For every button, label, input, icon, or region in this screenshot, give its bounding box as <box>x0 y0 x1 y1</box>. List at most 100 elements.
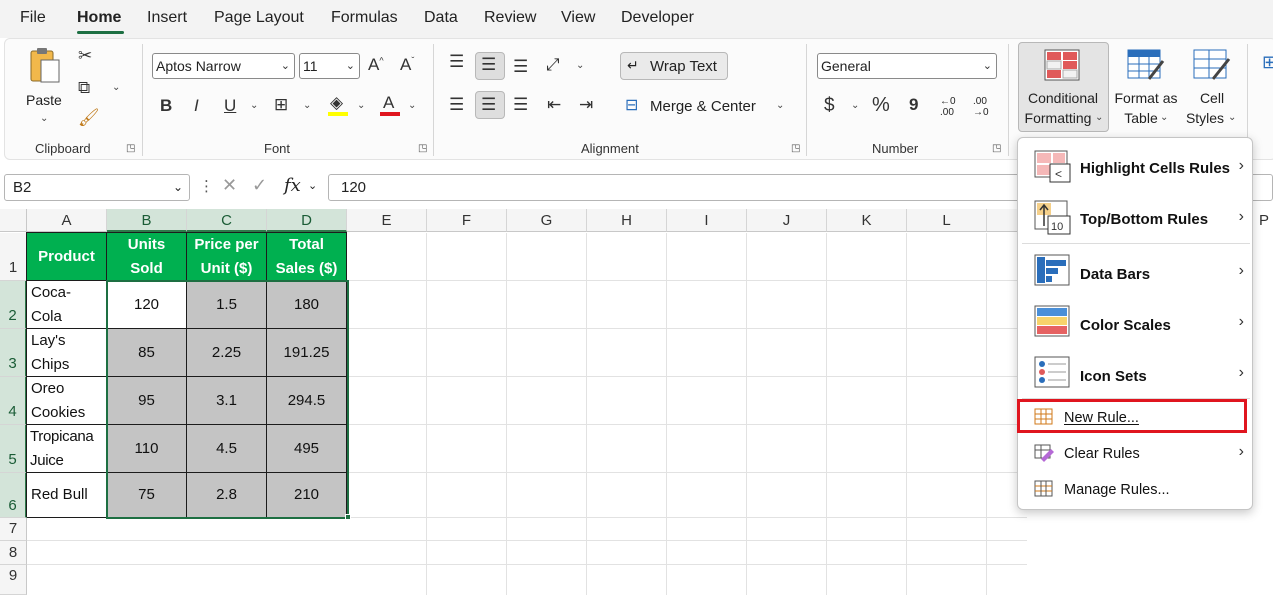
paste-label[interactable]: Paste <box>26 92 62 108</box>
column-header-a[interactable]: A <box>27 209 107 232</box>
grow-font-icon[interactable]: A^ <box>368 55 384 75</box>
alignment-launcher-icon[interactable]: ◳ <box>791 143 800 154</box>
cut-icon[interactable]: ✂ <box>78 46 92 66</box>
column-header-f[interactable]: F <box>427 209 507 232</box>
bold-button[interactable]: B <box>160 96 172 116</box>
paste-chevron-icon[interactable]: ⌄ <box>40 113 48 124</box>
insert-function-button[interactable]: fx <box>284 175 301 196</box>
orientation-icon[interactable]: ⤢ <box>546 55 560 75</box>
percent-button[interactable]: % <box>872 94 890 117</box>
column-header-h[interactable]: H <box>587 209 667 232</box>
align-bottom-icon[interactable]: ☰ <box>513 57 528 77</box>
font-size-dropdown[interactable]: 11 ⌄ <box>299 53 360 79</box>
table-header-price-per-unit[interactable]: Price per Unit ($) <box>187 233 267 281</box>
font-color-chevron-icon[interactable]: ⌄ <box>408 100 416 111</box>
tab-home[interactable]: Home <box>77 9 121 27</box>
column-header-i[interactable]: I <box>667 209 747 232</box>
merge-chevron-icon[interactable]: ⌄ <box>776 100 784 111</box>
format-as-table-icon[interactable] <box>1127 49 1165 83</box>
number-launcher-icon[interactable]: ◳ <box>992 143 1001 154</box>
cell-product[interactable]: Oreo Cookies <box>27 377 107 425</box>
row-header-3[interactable]: 3 <box>0 329 27 377</box>
table-header-units-sold[interactable]: Units Sold <box>107 233 187 281</box>
more-options-icon[interactable]: ⋮ <box>199 177 214 195</box>
merge-center-label[interactable]: Merge & Center <box>650 98 756 115</box>
shrink-font-icon[interactable]: Aˇ <box>400 55 414 75</box>
decrease-indent-icon[interactable]: ⇤ <box>547 95 561 115</box>
copy-chevron-icon[interactable]: ⌄ <box>112 82 120 93</box>
menu-item-manage-rules[interactable]: Manage Rules... <box>1018 474 1254 506</box>
font-name-dropdown[interactable]: Aptos Narrow ⌄ <box>152 53 295 79</box>
menu-item-top-bottom-rules[interactable]: 10 Top/Bottom Rules › <box>1018 196 1254 240</box>
cell-product[interactable]: Tropicana Juice <box>27 425 107 473</box>
tab-insert[interactable]: Insert <box>147 9 187 27</box>
row-header-8[interactable]: 8 <box>0 541 27 565</box>
currency-button[interactable]: $ <box>824 95 835 117</box>
fill-handle[interactable] <box>345 514 351 520</box>
column-header-j[interactable]: J <box>747 209 827 232</box>
menu-item-highlight-cells-rules[interactable]: < Highlight Cells Rules › <box>1018 146 1254 190</box>
increase-indent-icon[interactable]: ⇥ <box>579 95 593 115</box>
increase-decimal-icon[interactable]: ←0.00 <box>940 96 956 118</box>
align-left-icon[interactable]: ☰ <box>449 95 464 115</box>
tab-view[interactable]: View <box>561 9 595 27</box>
format-as-table-label-1[interactable]: Format as <box>1112 90 1180 106</box>
tab-review[interactable]: Review <box>484 9 536 27</box>
merge-center-icon[interactable]: ⊟ <box>625 95 638 115</box>
font-launcher-icon[interactable]: ◳ <box>418 143 427 154</box>
row-header-9[interactable]: 9 <box>0 565 27 595</box>
cell-product[interactable]: Coca-Cola <box>27 281 107 329</box>
table-header-total-sales[interactable]: Total Sales ($) <box>267 233 347 281</box>
tab-file[interactable]: File <box>20 9 46 27</box>
insert-cells-icon[interactable]: ⊞ <box>1262 52 1273 73</box>
row-header-4[interactable]: 4 <box>0 377 27 425</box>
tab-page-layout[interactable]: Page Layout <box>214 9 304 27</box>
borders-chevron-icon[interactable]: ⌄ <box>303 100 311 111</box>
cell-styles-label-1[interactable]: Cell <box>1198 90 1226 106</box>
borders-icon[interactable]: ⊞ <box>274 95 288 115</box>
comma-button[interactable]: 9 <box>909 95 918 115</box>
cell-product[interactable]: Lay's Chips <box>27 329 107 377</box>
font-color-icon[interactable]: A <box>383 93 394 113</box>
italic-button[interactable]: I <box>194 96 199 116</box>
copy-icon[interactable]: ⧉ <box>78 78 90 98</box>
cell-styles-icon[interactable] <box>1193 49 1231 83</box>
row-header-2[interactable]: 2 <box>0 281 27 329</box>
underline-button[interactable]: U <box>224 96 236 116</box>
cell-product[interactable]: Red Bull <box>27 473 107 518</box>
menu-item-color-scales[interactable]: Color Scales › <box>1018 301 1254 345</box>
column-header-c[interactable]: C <box>187 209 267 232</box>
decrease-decimal-icon[interactable]: .00 →0 <box>973 96 989 118</box>
fill-color-chevron-icon[interactable]: ⌄ <box>357 100 365 111</box>
tab-developer[interactable]: Developer <box>621 9 694 27</box>
name-box[interactable]: B2 ⌄ <box>4 174 190 201</box>
fill-color-icon[interactable]: ◈ <box>330 93 343 113</box>
number-format-dropdown[interactable]: General ⌄ <box>817 53 997 79</box>
menu-item-clear-rules[interactable]: Clear Rules › <box>1018 438 1254 470</box>
column-header-k[interactable]: K <box>827 209 907 232</box>
table-header-product[interactable]: Product <box>27 233 107 281</box>
column-header-d[interactable]: D <box>267 209 347 232</box>
menu-item-data-bars[interactable]: Data Bars › <box>1018 250 1254 294</box>
align-top-icon[interactable]: ☰ <box>449 52 464 72</box>
select-all-button[interactable] <box>0 209 27 232</box>
column-header-g[interactable]: G <box>507 209 587 232</box>
column-header-l[interactable]: L <box>907 209 987 232</box>
tab-data[interactable]: Data <box>424 9 458 27</box>
row-header-7[interactable]: 7 <box>0 518 27 541</box>
column-header-e[interactable]: E <box>347 209 427 232</box>
orientation-chevron-icon[interactable]: ⌄ <box>576 60 584 71</box>
row-header-1[interactable]: 1 <box>0 233 27 281</box>
underline-chevron-icon[interactable]: ⌄ <box>250 100 258 111</box>
align-right-icon[interactable]: ☰ <box>513 95 528 115</box>
paste-icon[interactable] <box>28 46 62 86</box>
currency-chevron-icon[interactable]: ⌄ <box>851 100 859 111</box>
cancel-icon[interactable]: ✕ <box>222 175 237 196</box>
clipboard-launcher-icon[interactable]: ◳ <box>126 143 135 154</box>
enter-icon[interactable]: ✓ <box>252 175 267 196</box>
row-header-6[interactable]: 6 <box>0 473 27 518</box>
format-painter-icon[interactable]: 🖌 <box>78 108 100 128</box>
tab-formulas[interactable]: Formulas <box>331 9 398 27</box>
row-header-5[interactable]: 5 <box>0 425 27 473</box>
menu-item-icon-sets[interactable]: Icon Sets › <box>1018 352 1254 396</box>
